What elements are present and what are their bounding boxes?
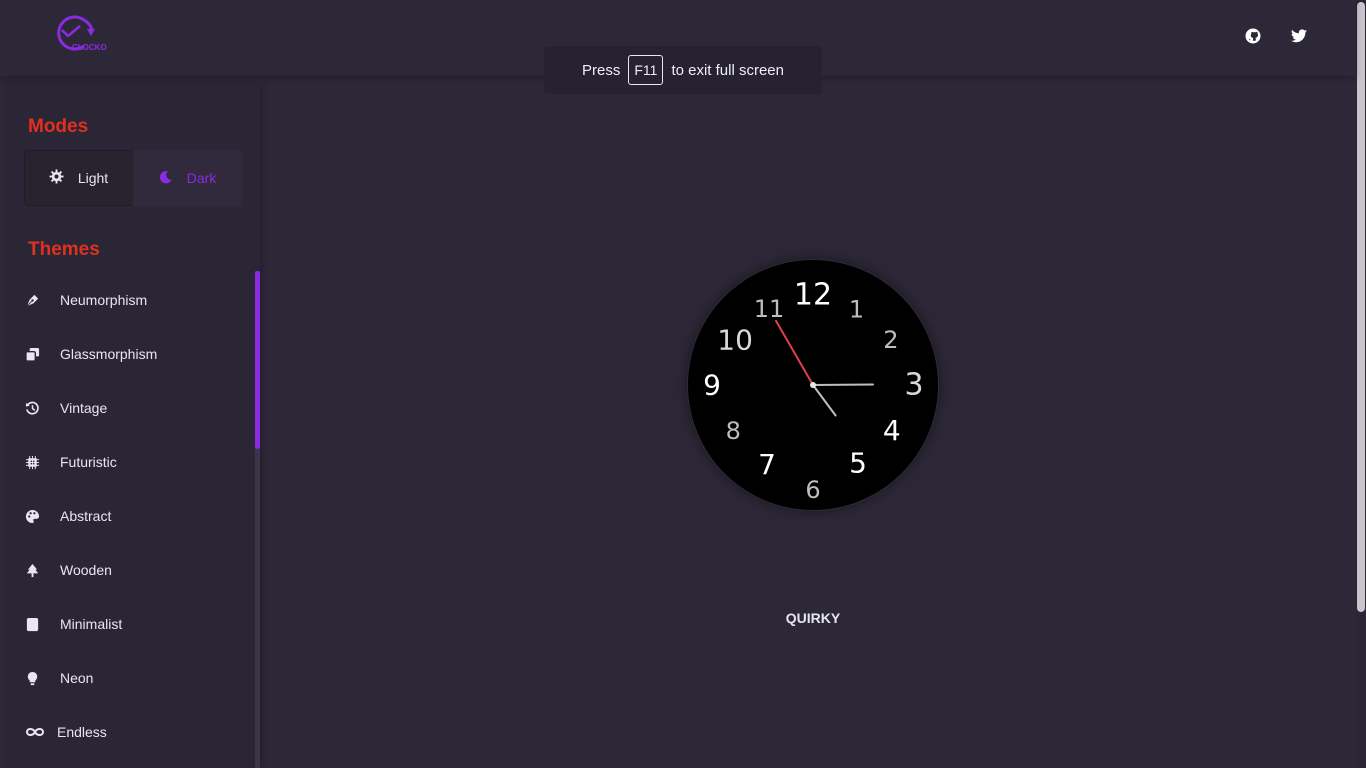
- theme-label: Futuristic: [60, 454, 117, 470]
- sun-gear-icon: [49, 169, 64, 187]
- theme-label: Vintage: [60, 400, 108, 416]
- light-mode-button[interactable]: Light: [24, 150, 133, 206]
- page-scrollbar-thumb[interactable]: [1357, 2, 1365, 612]
- toast-prefix: Press: [582, 61, 621, 79]
- toast-suffix: to exit full screen: [671, 61, 784, 79]
- clock-numeral-8: 8: [726, 417, 741, 445]
- history-icon: [25, 401, 40, 416]
- minute-hand: [812, 383, 874, 386]
- github-icon[interactable]: [1244, 27, 1262, 45]
- bulb-icon: [25, 671, 40, 686]
- chip-icon: [25, 455, 40, 470]
- analog-clock: 12 1 2 3 4 5 6 7 8 9 10 11: [688, 260, 938, 510]
- second-hand: [775, 319, 814, 386]
- theme-item-futuristic[interactable]: Futuristic: [8, 435, 254, 489]
- hour-hand: [812, 384, 837, 417]
- theme-item-endless[interactable]: Endless: [8, 705, 254, 759]
- light-mode-label: Light: [77, 170, 109, 186]
- theme-list: Neumorphism Glassmorphism Vintage Futuri…: [8, 273, 254, 759]
- palette-icon: [25, 509, 40, 524]
- moon-icon: [159, 170, 173, 187]
- clocko-logo[interactable]: CLOCKO: [50, 12, 114, 54]
- clock-numeral-5: 5: [849, 446, 867, 479]
- clock-numeral-1: 1: [849, 296, 864, 324]
- theme-label: Neumorphism: [60, 292, 148, 308]
- infinity-icon: [25, 725, 45, 740]
- theme-item-vintage[interactable]: Vintage: [8, 381, 254, 435]
- clock-face: 12 1234567891011: [703, 278, 923, 505]
- themes-title: Themes: [28, 239, 100, 260]
- theme-label: Neon: [60, 670, 94, 686]
- theme-item-wooden[interactable]: Wooden: [8, 543, 254, 597]
- tree-icon: [25, 563, 40, 578]
- theme-item-abstract[interactable]: Abstract: [8, 489, 254, 543]
- modes-title: Modes: [28, 116, 89, 137]
- current-theme-name: QUIRKY: [785, 610, 841, 626]
- f11-key: F11: [628, 55, 664, 85]
- clock-numeral-2: 2: [883, 326, 898, 354]
- pen-nib-icon: [25, 293, 40, 308]
- fullscreen-toast: Press F11 to exit full screen: [544, 46, 822, 94]
- clock-numeral-10: 10: [717, 324, 753, 357]
- dark-mode-button[interactable]: Dark: [133, 150, 242, 206]
- dark-mode-label: Dark: [186, 170, 217, 186]
- clock-numeral-11: 11: [754, 295, 785, 323]
- mode-switcher: Light Dark: [24, 150, 242, 206]
- clock-numeral-4: 4: [883, 414, 901, 447]
- sidebar: Modes Light Dark Themes Neumorphism Glas…: [8, 84, 260, 768]
- sidebar-scrollbar-thumb[interactable]: [255, 271, 260, 449]
- theme-item-neumorphism[interactable]: Neumorphism: [8, 273, 254, 327]
- theme-label: Wooden: [60, 562, 112, 578]
- clock-numeral-12: 12: [794, 278, 832, 313]
- logo-text: CLOCKO: [72, 43, 107, 52]
- clock-numeral-9: 9: [703, 369, 721, 402]
- layers-icon: [25, 347, 40, 362]
- clock-numeral-3: 3: [904, 368, 923, 403]
- theme-item-neon[interactable]: Neon: [8, 651, 254, 705]
- theme-item-glassmorphism[interactable]: Glassmorphism: [8, 327, 254, 381]
- clock-center-dot: [810, 382, 816, 388]
- clock-numeral-6: 6: [805, 476, 820, 504]
- clock-numeral-7: 7: [758, 448, 776, 481]
- theme-label: Glassmorphism: [60, 346, 158, 362]
- theme-label: Abstract: [60, 508, 112, 524]
- theme-label: Endless: [57, 724, 107, 740]
- twitter-icon[interactable]: [1290, 27, 1308, 45]
